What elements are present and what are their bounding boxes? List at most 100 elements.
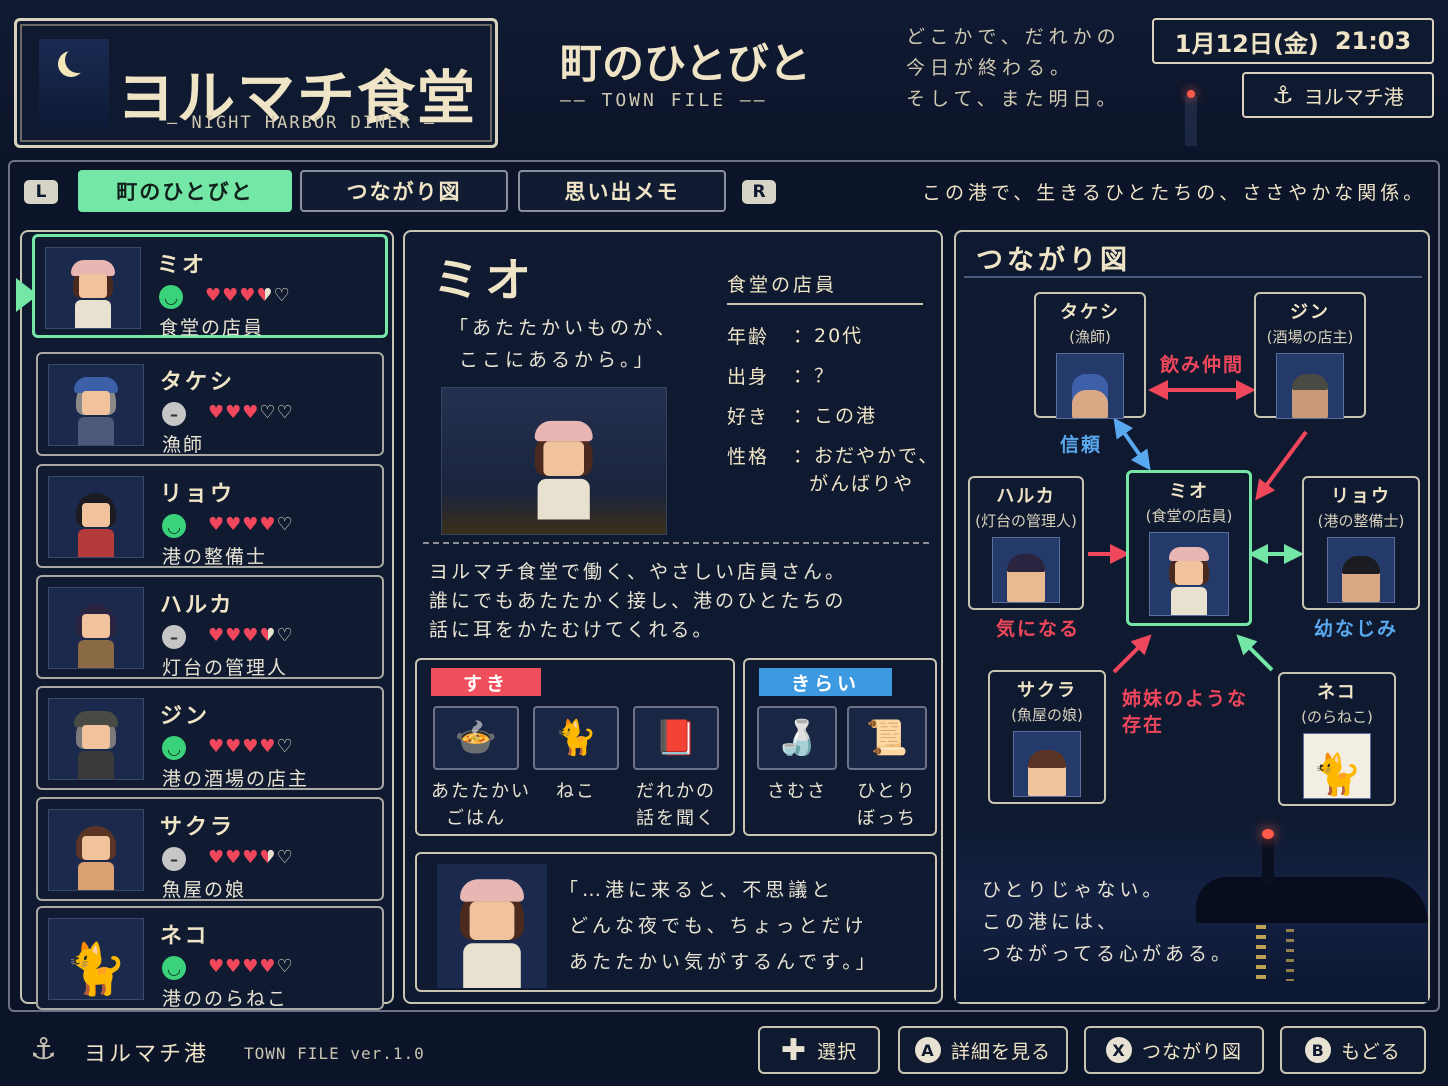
character-portrait xyxy=(48,809,144,891)
relation-label-childhood: 幼なじみ xyxy=(1314,618,1399,640)
character-role: 港の整備士 xyxy=(162,546,268,568)
like-item[interactable]: 🐈 ねこ xyxy=(531,706,621,805)
datetime-display: 1月12日(金) 21:03 xyxy=(1152,18,1434,64)
tab-people[interactable]: 町のひとびと xyxy=(78,170,292,212)
detail-description: ヨルマチ食堂で働く、やさしい店員さん。 誰にでもあたたかく接し、港のひとたちの … xyxy=(429,561,848,641)
scroll-icon: 📜 xyxy=(847,706,927,770)
b-button-icon: B xyxy=(1305,1037,1332,1063)
character-portrait xyxy=(48,587,144,669)
lighthouse-silhouette xyxy=(1185,90,1197,146)
tab-memories[interactable]: 思い出メモ xyxy=(518,170,726,212)
date-text: 1月12日(金) xyxy=(1174,29,1319,58)
character-card[interactable]: ジン ◡ ♥♥♥♥♡ 港の酒場の店主 xyxy=(36,686,384,790)
map-node-jin[interactable]: ジン (酒場の店主) xyxy=(1254,292,1366,419)
like-item[interactable]: 🍲 あたたかい ごはん xyxy=(431,706,529,832)
arrow-jin-mio xyxy=(1255,430,1308,501)
r-shoulder-button[interactable]: R xyxy=(742,180,776,204)
details-button[interactable]: A 詳細を見る xyxy=(898,1026,1068,1074)
tagline: どこかで、だれかの 今日が終わる。 そして、また明日。 xyxy=(906,26,1121,110)
dislike-item[interactable]: 📜 ひとり ぼっち xyxy=(845,706,929,832)
character-name: ネコ xyxy=(160,924,210,949)
dislike-item[interactable]: 🍶 さむさ xyxy=(755,706,839,805)
moon-icon xyxy=(39,39,109,129)
detail-role: 食堂の店員 xyxy=(727,270,923,305)
detail-quote: 「あたたかいものが、 ここにあるから。」 xyxy=(449,317,679,371)
map-node-ryo[interactable]: リョウ (港の整備士) xyxy=(1302,476,1420,610)
relation-label-trust: 信頼 xyxy=(1060,434,1103,456)
tab-connections[interactable]: つながり図 xyxy=(300,170,508,212)
logo-subtitle: — NIGHT HARBOR DINER — xyxy=(167,113,437,133)
cat-icon: 🐈 xyxy=(64,940,128,998)
book-icon: 📕 xyxy=(633,706,719,770)
character-portrait xyxy=(48,698,144,780)
character-role: 港ののらねこ xyxy=(162,988,289,1010)
dislikes-ribbon: きらい xyxy=(759,668,893,696)
neutral-face-icon: – xyxy=(162,625,186,649)
character-detail: ミオ 「あたたかいものが、 ここにあるから。」 食堂の店員 年齢 ：20代 出身：… xyxy=(403,230,943,1004)
tab-caption: この港で、生きるひとたちの、ささやかな関係。 xyxy=(922,182,1427,204)
character-name: リョウ xyxy=(160,482,236,507)
character-card[interactable]: ハルカ – ♥♥♥♥♡ 灯台の管理人 xyxy=(36,575,384,679)
game-logo: ヨルマチ食堂 — NIGHT HARBOR DINER — xyxy=(14,18,498,148)
character-card[interactable]: ミオ ◡ ♥♥♥♥♡ 食堂の店員 xyxy=(32,234,388,339)
l-shoulder-button[interactable]: L xyxy=(24,180,58,204)
map-node-mio[interactable]: ミオ (食堂の店員) xyxy=(1126,470,1252,626)
map-quote: ひとりじゃない。 この港には、 つながってる心がある。 xyxy=(982,879,1235,965)
character-card[interactable]: 🐈 ネコ ◡ ♥♥♥♥♡ 港ののらねこ xyxy=(36,906,384,1010)
character-name: サクラ xyxy=(160,815,236,840)
dislikes-box: きらい 🍶 さむさ 📜 ひとり ぼっち xyxy=(743,658,937,836)
character-role: 魚屋の娘 xyxy=(162,879,247,901)
footer-location: ヨルマチ港 xyxy=(84,1042,210,1067)
character-card[interactable]: タケシ – ♥♥♥♡♡ 漁師 xyxy=(36,352,384,456)
map-node-neko[interactable]: ネコ (のらねこ) 🐈 xyxy=(1278,672,1396,806)
node-portrait xyxy=(1056,353,1124,419)
character-role: 食堂の店員 xyxy=(159,317,265,339)
cat-icon: 🐈 xyxy=(1303,733,1371,799)
neutral-face-icon: – xyxy=(162,847,186,871)
smile-face-icon: ◡ xyxy=(162,514,186,538)
arrow-neko-mio xyxy=(1236,634,1274,672)
lighthouse-icon xyxy=(1262,835,1274,885)
affection-hearts: ♥♥♥♥♡ xyxy=(208,956,294,977)
character-card[interactable]: サクラ – ♥♥♥♥♡ 魚屋の娘 xyxy=(36,797,384,901)
relation-label-curious: 気になる xyxy=(996,618,1081,640)
page-subtitle: —— TOWN FILE —— xyxy=(560,90,768,111)
location-text: ヨルマチ港 xyxy=(1303,84,1404,109)
cat-icon: 🐈 xyxy=(533,706,619,770)
relationship-map: つながり図 タケシ (漁師) ジン (酒場の店主) ハルカ (灯台の管理人) ミ… xyxy=(954,230,1430,1004)
affection-hearts: ♥♥♥♥♡ xyxy=(208,847,294,868)
select-button[interactable]: ✚ 選択 xyxy=(758,1026,880,1074)
character-name: タケシ xyxy=(160,370,236,395)
character-role: 灯台の管理人 xyxy=(162,657,289,679)
relation-label-sisters: 姉妹のような 存在 xyxy=(1122,688,1249,736)
character-portrait xyxy=(48,476,144,558)
character-role: 港の酒場の店主 xyxy=(162,768,310,790)
map-node-haruka[interactable]: ハルカ (灯台の管理人) xyxy=(968,476,1084,610)
like-item[interactable]: 📕 だれかの 話を聞く xyxy=(631,706,721,832)
affection-hearts: ♥♥♥♥♡ xyxy=(208,736,294,757)
speaker-portrait xyxy=(437,864,547,988)
bottle-icon: 🍶 xyxy=(757,706,837,770)
anchor-icon: ⚓ xyxy=(1272,81,1294,109)
arrow-trust xyxy=(1113,417,1151,471)
stat-likes: 好き ：この港 xyxy=(727,405,878,428)
location-badge: ⚓ ヨルマチ港 xyxy=(1242,72,1434,118)
smile-face-icon: ◡ xyxy=(159,285,183,309)
back-button[interactable]: B もどる xyxy=(1280,1026,1426,1074)
relation-label-drinking: 飲み仲間 xyxy=(1160,354,1245,376)
divider xyxy=(423,542,929,544)
character-portrait xyxy=(48,364,144,446)
smile-face-icon: ◡ xyxy=(162,736,186,760)
character-name: ミオ xyxy=(157,253,208,278)
character-name: ハルカ xyxy=(160,593,235,618)
bowl-icon: 🍲 xyxy=(433,706,519,770)
map-node-sakura[interactable]: サクラ (魚屋の娘) xyxy=(988,670,1106,804)
node-portrait xyxy=(1276,353,1344,419)
footer-version: TOWN FILE ver.1.0 xyxy=(244,1044,425,1063)
connections-button[interactable]: X つながり図 xyxy=(1084,1026,1264,1074)
character-card[interactable]: リョウ ◡ ♥♥♥♥♡ 港の整備士 xyxy=(36,464,384,568)
affection-hearts: ♥♥♥♥♡ xyxy=(205,285,291,306)
stat-age: 年齢 ：20代 xyxy=(727,325,864,348)
character-name: ジン xyxy=(160,704,211,729)
map-node-takeshi[interactable]: タケシ (漁師) xyxy=(1034,292,1146,419)
